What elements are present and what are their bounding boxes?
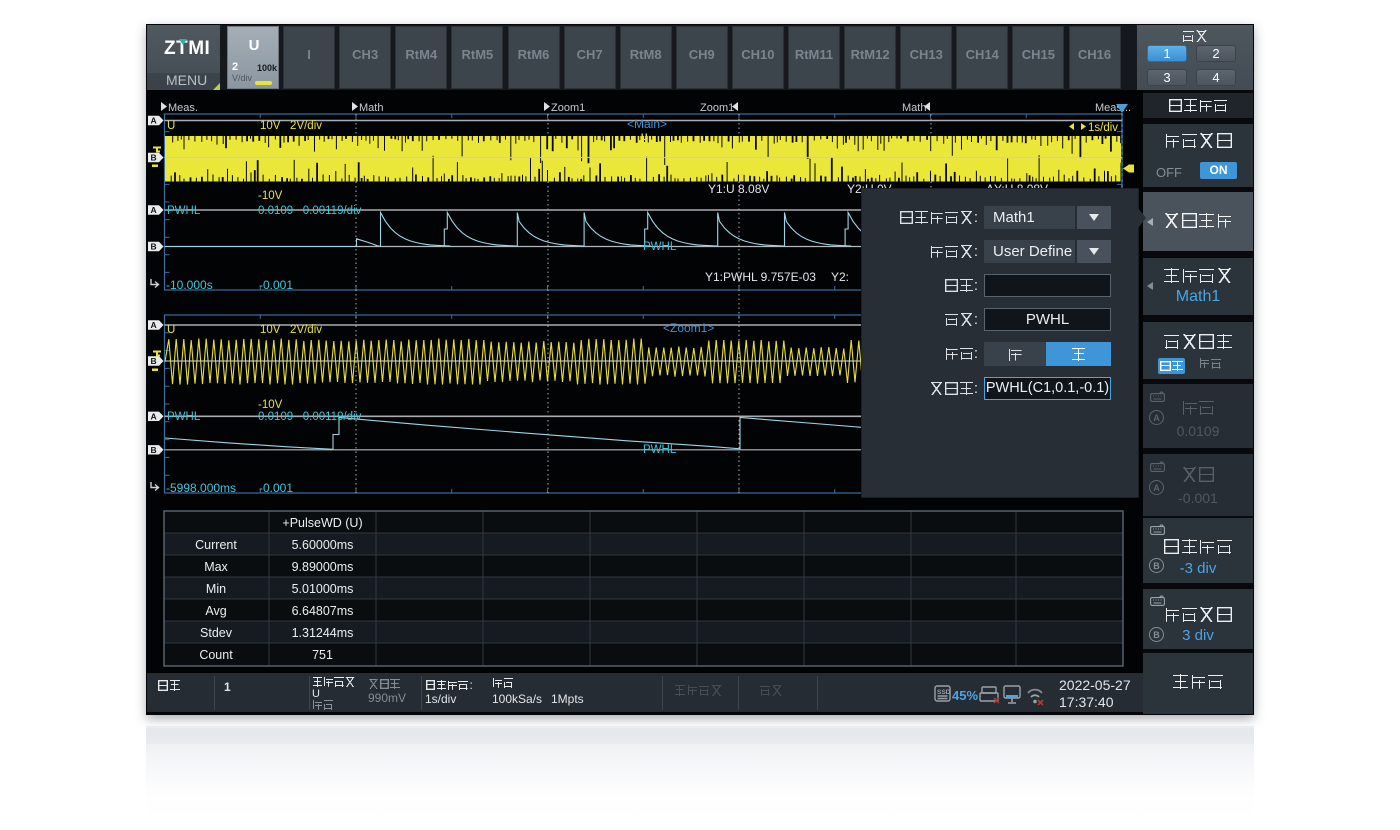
svg-text:6.64807ms: 6.64807ms — [292, 604, 354, 618]
svg-text:+PulseWD (U): +PulseWD (U) — [282, 516, 362, 530]
svg-text:0.0109 0.00119/div: 0.0109 0.00119/div — [258, 411, 362, 423]
svg-text:A: A — [151, 116, 157, 126]
svg-text:Zoom1: Zoom1 — [700, 102, 734, 114]
svg-text:Avg: Avg — [205, 604, 226, 618]
svg-text:PWHL: PWHL — [167, 411, 201, 423]
svg-text:-10.000s: -10.000s — [166, 278, 213, 292]
svg-text:Count: Count — [199, 648, 233, 662]
svg-text:PWHL: PWHL — [643, 444, 677, 456]
svg-text:Max: Max — [204, 560, 228, 574]
svg-text:5.01000ms: 5.01000ms — [292, 582, 354, 596]
svg-text:B: B — [151, 445, 157, 455]
svg-text:U: U — [167, 324, 175, 336]
svg-text:Min: Min — [206, 582, 226, 596]
svg-text:Meas...: Meas... — [1095, 102, 1131, 114]
svg-text:PWHL: PWHL — [643, 241, 677, 253]
svg-text:5.60000ms: 5.60000ms — [292, 538, 354, 552]
svg-text:B: B — [151, 242, 157, 252]
svg-text:-5998.000ms: -5998.000ms — [166, 481, 236, 495]
svg-text:<Zoom1>: <Zoom1> — [663, 321, 714, 335]
svg-text:Y1:U 8.08V: Y1:U 8.08V — [708, 182, 769, 196]
svg-text:0.0109 0.00119/div: 0.0109 0.00119/div — [258, 205, 362, 217]
svg-text:Meas.: Meas. — [168, 102, 198, 114]
svg-text:SSD: SSD — [937, 689, 951, 696]
svg-text:-10V: -10V — [258, 190, 283, 202]
svg-text:U: U — [167, 120, 175, 132]
svg-text:Y1:PWHL 9.757E-03: Y1:PWHL 9.757E-03 — [705, 270, 816, 284]
svg-text:-0.001: -0.001 — [259, 481, 293, 495]
svg-text:-0.001: -0.001 — [259, 278, 293, 292]
svg-text:A: A — [151, 320, 157, 330]
svg-text:1.31244ms: 1.31244ms — [292, 626, 354, 640]
svg-text:PWHL: PWHL — [167, 205, 201, 217]
svg-text:Current: Current — [195, 538, 237, 552]
svg-text:-10V: -10V — [258, 399, 283, 411]
svg-text:10V 2V/div: 10V 2V/div — [260, 120, 322, 132]
svg-text:A: A — [151, 205, 157, 215]
svg-text:B: B — [151, 153, 157, 163]
svg-text:Math: Math — [902, 102, 926, 114]
svg-text:Zoom1: Zoom1 — [551, 102, 585, 114]
svg-text:9.89000ms: 9.89000ms — [292, 560, 354, 574]
svg-text:U: U — [641, 132, 648, 142]
svg-text:Stdev: Stdev — [200, 626, 233, 640]
svg-text:10V 2V/div: 10V 2V/div — [260, 324, 322, 336]
svg-text:<Main>: <Main> — [627, 117, 667, 131]
svg-text:751: 751 — [312, 648, 333, 662]
svg-text:1s/div: 1s/div — [1088, 122, 1118, 134]
svg-text:Y2:: Y2: — [831, 270, 849, 284]
svg-text:Math: Math — [359, 102, 383, 114]
svg-text:B: B — [151, 356, 157, 366]
svg-text:A: A — [151, 412, 157, 422]
